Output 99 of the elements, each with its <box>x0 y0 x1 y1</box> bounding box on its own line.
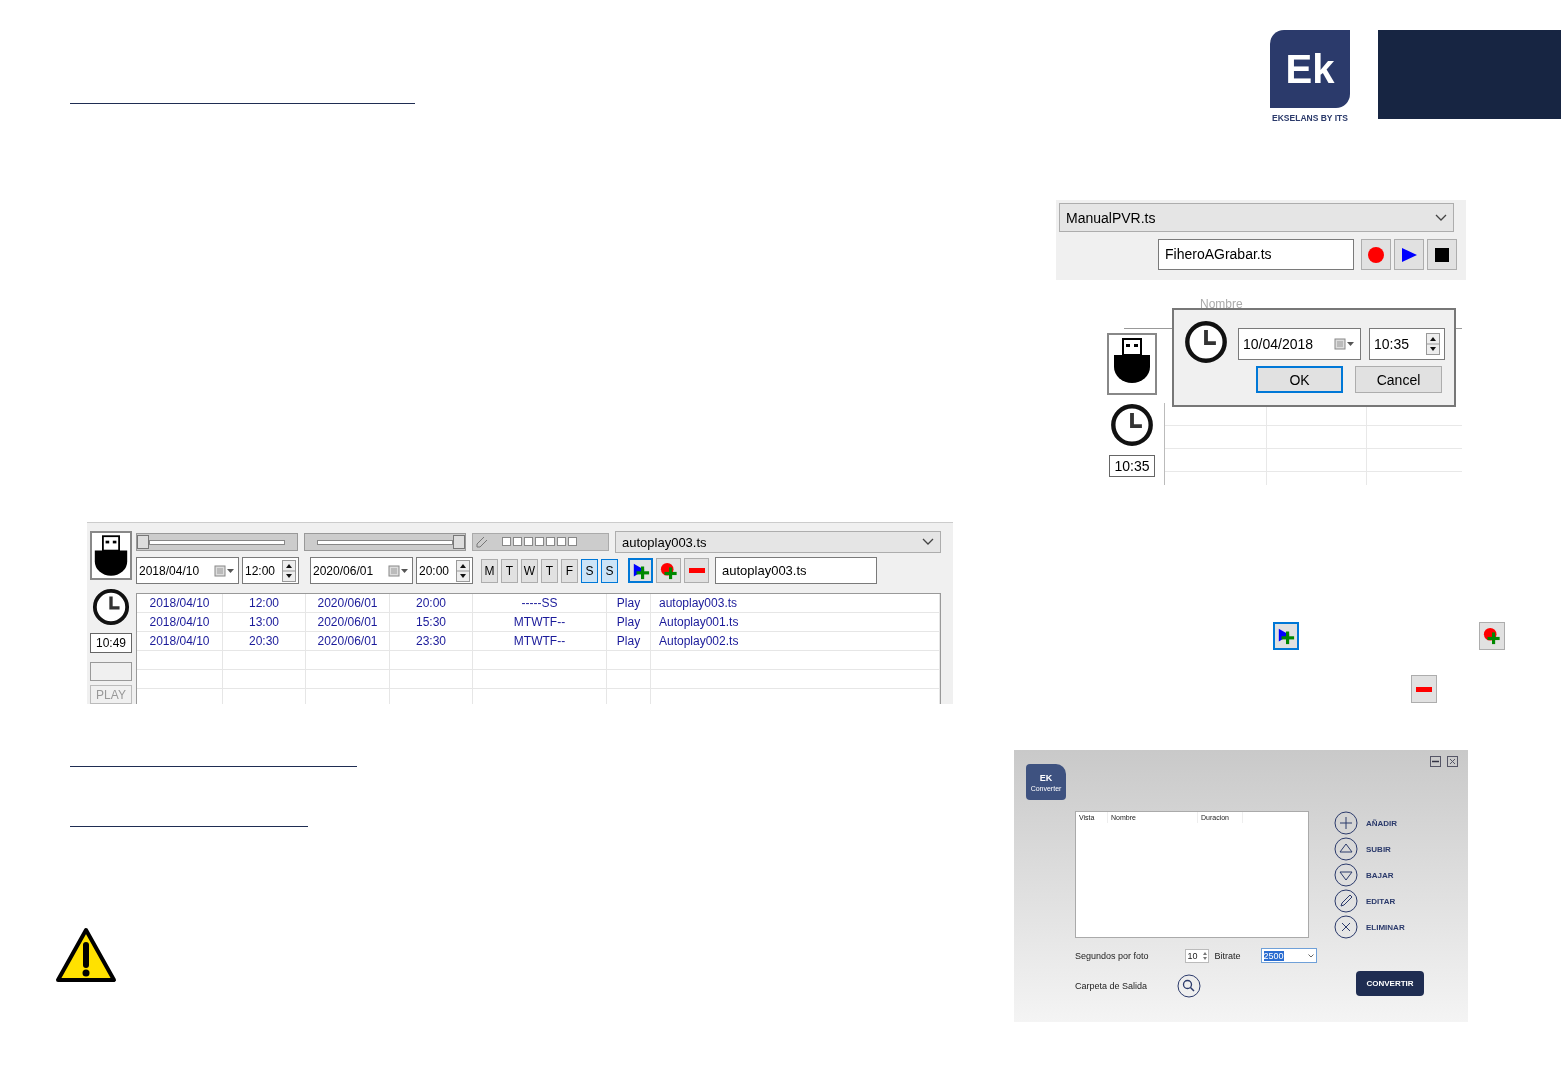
remove-button[interactable] <box>684 558 709 583</box>
add-play-button[interactable] <box>628 558 653 583</box>
action-button[interactable]: ELIMINAR <box>1334 915 1405 939</box>
table-cell: Autoplay001.ts <box>651 613 940 631</box>
start-date-field[interactable]: 2018/04/10 <box>136 557 239 584</box>
table-cell: Autoplay002.ts <box>651 632 940 650</box>
ok-button[interactable]: OK <box>1256 366 1343 393</box>
convert-button[interactable]: CONVERTIR <box>1356 971 1424 996</box>
chevron-down-icon[interactable] <box>1435 213 1447 222</box>
table-cell: 2020/06/01 <box>306 613 390 631</box>
day-toggle[interactable]: T <box>541 558 558 583</box>
time-display: 10:49 <box>90 633 132 654</box>
spinner-arrows-icon[interactable] <box>282 559 296 582</box>
table-cell: Play <box>607 613 651 631</box>
pencil-icon <box>476 536 488 548</box>
start-time-field[interactable]: 12:00 <box>242 557 299 584</box>
day-toggle[interactable]: W <box>521 558 538 583</box>
play-plus-icon <box>1277 627 1295 645</box>
search-icon[interactable] <box>1177 974 1202 998</box>
add-record-button[interactable] <box>656 558 681 583</box>
logo-caption: EKSELANS BY ITS <box>1271 113 1349 123</box>
play-button[interactable] <box>1394 239 1424 270</box>
day-toggle[interactable]: S <box>601 558 618 583</box>
table-cell: Play <box>607 594 651 612</box>
warning-icon <box>55 927 117 983</box>
action-button[interactable]: EDITAR <box>1334 889 1405 913</box>
pencil-icon <box>1334 889 1358 913</box>
add-record-button[interactable] <box>1479 622 1505 650</box>
record-plus-icon <box>1483 627 1501 645</box>
table-cell: 2020/06/01 <box>306 632 390 650</box>
spinner-arrows-icon[interactable] <box>1426 333 1440 355</box>
close-icon[interactable] <box>1447 756 1458 767</box>
record-button[interactable] <box>1361 239 1391 270</box>
table-cell: MTWTF-- <box>473 613 607 631</box>
action-button[interactable]: SUBIR <box>1334 837 1405 861</box>
remove-button[interactable] <box>1411 675 1437 703</box>
table-cell: 2018/04/10 <box>137 594 223 612</box>
field-label: Carpeta de Salida <box>1075 981 1148 991</box>
file-dropdown[interactable]: ManualPVR.ts <box>1059 203 1454 232</box>
table-cell: 20:00 <box>390 594 473 612</box>
slider-thumb[interactable] <box>137 535 149 549</box>
field-label: Segundos por foto <box>1075 950 1149 961</box>
play-plus-icon <box>631 561 650 580</box>
action-button[interactable]: BAJAR <box>1334 863 1405 887</box>
day-toggle[interactable]: M <box>481 558 498 583</box>
table-cell: 2020/06/01 <box>306 594 390 612</box>
time-field[interactable]: 10:35 <box>1369 328 1445 360</box>
calendar-icon[interactable] <box>214 564 236 577</box>
minimize-icon[interactable] <box>1430 756 1441 767</box>
slider[interactable] <box>304 533 466 551</box>
table-cell: autoplay003.ts <box>651 594 940 612</box>
table-cell: 12:00 <box>223 594 306 612</box>
logo-mark: EK <box>1039 772 1053 783</box>
table-cell: 23:30 <box>390 632 473 650</box>
chevron-down-icon[interactable] <box>922 538 934 546</box>
bitrate-dropdown[interactable]: 2500 <box>1260 948 1317 963</box>
usb-drive-icon <box>1112 337 1152 385</box>
action-button[interactable]: AÑADIR <box>1334 811 1405 835</box>
minus-icon <box>1415 686 1433 692</box>
clock-icon <box>1184 320 1228 364</box>
field-label: Bitrate <box>1214 950 1241 961</box>
file-dropdown[interactable]: autoplay003.ts <box>615 531 941 553</box>
table-cell: 2018/04/10 <box>137 613 223 631</box>
day-toggle[interactable]: F <box>561 558 578 583</box>
filename-field[interactable]: FiheroAGrabar.ts <box>1158 239 1354 270</box>
logo-mark: Ek <box>1270 30 1350 108</box>
table-cell: 13:00 <box>223 613 306 631</box>
usb-drive-icon <box>93 533 129 578</box>
spinner-arrows-icon[interactable] <box>456 559 470 582</box>
minus-icon <box>687 568 706 573</box>
table-cell: MTWTF-- <box>473 632 607 650</box>
day-toggle[interactable]: T <box>501 558 518 583</box>
record-icon <box>1366 244 1386 265</box>
slider-thumb[interactable] <box>453 535 465 549</box>
table-cell: 2018/04/10 <box>137 632 223 650</box>
day-toggle[interactable]: S <box>581 558 598 583</box>
slider[interactable] <box>136 533 298 551</box>
date-field[interactable]: 10/04/2018 <box>1238 328 1361 360</box>
end-time-field[interactable]: 20:00 <box>416 557 473 584</box>
add-play-button[interactable] <box>1273 622 1299 650</box>
clock-icon <box>1110 403 1154 447</box>
calendar-icon[interactable] <box>388 564 410 577</box>
filename-field[interactable]: autoplay003.ts <box>715 557 877 584</box>
table-cell: 20:30 <box>223 632 306 650</box>
record-plus-icon <box>659 561 678 580</box>
stop-button[interactable] <box>1427 239 1457 270</box>
close-icon <box>1334 915 1358 939</box>
time-display: 10:35 <box>1109 455 1155 477</box>
clock-icon <box>92 588 130 627</box>
table-cell: -----SS <box>473 594 607 612</box>
chevron-down-icon[interactable] <box>1307 953 1314 958</box>
cancel-button[interactable]: Cancel <box>1355 366 1442 393</box>
calendar-icon[interactable] <box>1334 338 1356 350</box>
column-header: Nombre <box>1200 298 1243 311</box>
plus-icon <box>1334 811 1358 835</box>
table-cell: 15:30 <box>390 613 473 631</box>
end-date-field[interactable]: 2020/06/01 <box>310 557 413 584</box>
table-cell: Play <box>607 632 651 650</box>
seconds-field[interactable]: 10 <box>1184 948 1209 963</box>
